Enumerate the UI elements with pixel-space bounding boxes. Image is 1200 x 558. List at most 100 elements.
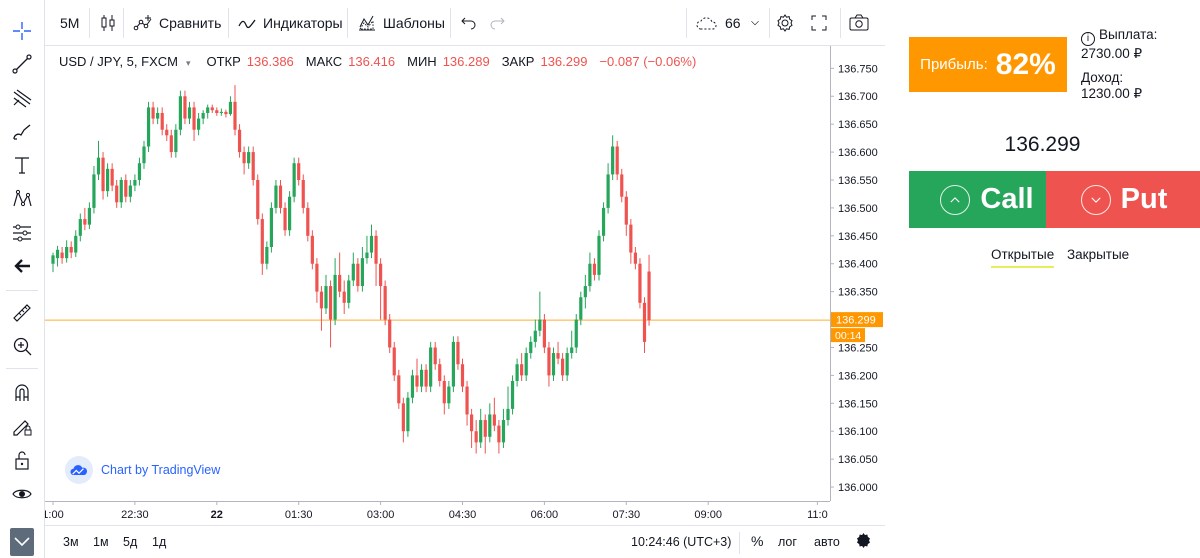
log-scale-button[interactable]: лог	[778, 535, 797, 549]
zoom-tool[interactable]	[7, 332, 37, 360]
candle-body	[647, 271, 651, 321]
compare-button[interactable]: Сравнить	[133, 10, 221, 36]
tab-closed-trades[interactable]: Закрытые	[1067, 247, 1129, 262]
time-tick-label: 22:30	[121, 509, 149, 521]
candle-body	[629, 224, 633, 253]
hide-drawings-tool[interactable]	[7, 480, 37, 508]
candle-body	[356, 263, 360, 287]
auto-scale-button[interactable]: авто	[814, 535, 840, 549]
legend-close-label: ЗАКР	[501, 54, 535, 69]
range-1d-button[interactable]: 1д	[152, 535, 166, 549]
candle-body	[483, 420, 487, 437]
legend-open-value: 136.386	[246, 54, 294, 69]
range-1m-button[interactable]: 1м	[93, 535, 109, 549]
time-tick-label: 07:30	[613, 509, 641, 521]
price-tick-label: 136.600	[838, 147, 878, 159]
fib-tool[interactable]	[7, 84, 37, 112]
magnet-icon	[15, 384, 29, 401]
toolbar-collapse-button[interactable]	[10, 528, 34, 556]
ruler-tool[interactable]	[7, 299, 37, 327]
candle-body	[561, 358, 565, 376]
info-icon[interactable]: i	[1081, 32, 1095, 46]
range-3m-button[interactable]: 3м	[63, 535, 79, 549]
candle-body	[447, 386, 451, 404]
sliders-icon	[13, 224, 31, 242]
tradingview-watermark[interactable]: Chart by TradingView	[65, 456, 220, 484]
candle-body	[338, 274, 342, 292]
templates-button[interactable]: Шаблоны	[357, 10, 445, 36]
candle-body	[92, 174, 96, 208]
candle-body	[187, 107, 192, 119]
candle-body	[542, 319, 546, 348]
fullscreen-button[interactable]	[809, 10, 829, 36]
range-5d-button[interactable]: 5д	[123, 535, 137, 549]
tab-open-trades[interactable]: Открытые	[991, 247, 1055, 268]
screenshot-button[interactable]	[848, 10, 870, 36]
hide-toolbar-button[interactable]	[7, 252, 37, 280]
crosshair-tool[interactable]	[7, 17, 37, 45]
timezone-clock[interactable]: 10:24:46 (UTC+3)	[631, 535, 731, 549]
candle-body	[624, 196, 628, 225]
candle-body	[206, 107, 210, 113]
time-tick-label: 09:00	[694, 509, 722, 521]
candle-body	[374, 235, 378, 264]
percent-scale-button[interactable]: %	[751, 533, 763, 549]
magnet-tool[interactable]	[7, 379, 37, 407]
candlestick-chart[interactable]: 136.750 136.700 136.650 136.600 136.550 136.5…	[45, 46, 885, 525]
candle-body	[183, 96, 187, 119]
pattern-tool[interactable]	[7, 185, 37, 213]
price-tick-label: 136.350	[838, 287, 878, 299]
indicators-button[interactable]: Индикаторы	[237, 10, 343, 36]
candle-body	[479, 420, 483, 443]
redo-button[interactable]	[487, 10, 507, 36]
candle-body	[324, 286, 328, 309]
candle-body	[410, 375, 415, 398]
candle-body	[224, 111, 228, 115]
candle-body	[128, 185, 132, 197]
trade-panel: Прибыль: 82% i Выплата: 2730.00 ₽ Доход: …	[885, 0, 1200, 558]
candle-body	[451, 341, 455, 387]
candle-body	[419, 369, 424, 387]
interval-button[interactable]: 5M	[60, 10, 79, 36]
candle-body	[96, 157, 101, 175]
brush-tool[interactable]	[7, 118, 37, 146]
forecast-tool[interactable]	[7, 219, 37, 247]
tradingview-cloud-icon	[65, 456, 93, 484]
text-icon	[15, 157, 29, 174]
time-tick-label: 11:0	[807, 509, 828, 521]
legend-symbol[interactable]: USD / JPY, 5, FXCM	[59, 54, 178, 72]
candle-body	[401, 403, 405, 432]
arrow-left-icon	[14, 259, 30, 273]
series-legend: USD / JPY, 5, FXCM ▾ ОТКР 136.386 МАКС 136…	[59, 54, 702, 72]
time-tick-label: 04:30	[449, 509, 477, 521]
settings-button[interactable]	[775, 10, 795, 36]
weather-button[interactable]: 66	[695, 10, 761, 36]
candle-body	[424, 369, 428, 387]
candle-body	[328, 286, 333, 320]
undo-button[interactable]	[459, 10, 479, 36]
crosshair-icon	[13, 22, 31, 40]
candle-body	[247, 152, 251, 164]
fullscreen-icon	[811, 15, 827, 31]
unlock-icon	[15, 451, 29, 470]
chart-type-button[interactable]	[98, 10, 118, 36]
candle-body	[215, 110, 219, 113]
scale-settings-button[interactable]	[855, 532, 872, 552]
lock-drawing-tool[interactable]	[7, 413, 37, 441]
call-button[interactable]: Call	[909, 171, 1065, 228]
trendline-tool[interactable]	[7, 50, 37, 78]
candle-body	[583, 286, 587, 298]
legend-dropdown-icon[interactable]: ▾	[186, 54, 191, 72]
chart-area[interactable]: 136.750 136.700 136.650 136.600 136.550 136.5…	[45, 46, 885, 558]
payout-label: Выплата:	[1099, 27, 1158, 42]
candle-body	[242, 152, 246, 164]
candle-body	[351, 263, 355, 281]
text-tool[interactable]	[7, 151, 37, 179]
call-label: Call	[980, 183, 1034, 215]
candle-body	[369, 235, 374, 253]
chevron-down-icon	[1080, 184, 1111, 215]
put-button[interactable]: Put	[1046, 171, 1200, 228]
lock-all-tool[interactable]	[7, 446, 37, 474]
pattern-icon	[13, 189, 32, 207]
candle-body	[556, 353, 560, 359]
